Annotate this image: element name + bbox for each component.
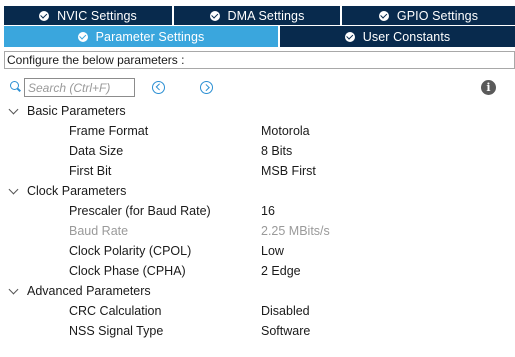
param-name: First Bit [69, 164, 112, 178]
group-title: Basic Parameters [27, 104, 126, 118]
tab-label: DMA Settings [227, 8, 305, 23]
param-value[interactable]: Software [261, 321, 310, 341]
param-row[interactable]: Prescaler (for Baud Rate) 16 [0, 201, 515, 221]
check-circle-icon [39, 10, 50, 21]
param-row[interactable]: NSS Signal Type Software [0, 321, 515, 341]
tab-dma-settings[interactable]: DMA Settings [174, 6, 340, 25]
tab-label: Parameter Settings [95, 29, 205, 44]
param-name: Clock Polarity (CPOL) [69, 244, 192, 258]
param-row[interactable]: Data Size 8 Bits [0, 141, 515, 161]
group-title: Advanced Parameters [27, 284, 151, 298]
param-name: Prescaler (for Baud Rate) [69, 204, 211, 218]
param-value[interactable]: Low [261, 241, 284, 261]
configure-instructions: Configure the below parameters : [4, 51, 515, 69]
param-name: Frame Format [69, 124, 149, 138]
tab-label: User Constants [362, 29, 451, 44]
search-icon [10, 81, 19, 90]
param-name: Clock Phase (CPHA) [69, 264, 186, 278]
tab-user-constants[interactable]: User Constants [280, 26, 515, 47]
param-name: Baud Rate [69, 224, 129, 238]
check-circle-icon [344, 31, 355, 42]
param-value: 2.25 MBits/s [261, 224, 330, 238]
param-row[interactable]: Frame Format Motorola [0, 121, 515, 141]
next-match-button[interactable] [200, 81, 213, 94]
param-name: CRC Calculation [69, 304, 162, 318]
tab-label: GPIO Settings [396, 8, 479, 23]
param-row[interactable]: CRC Calculation Disabled [0, 301, 515, 321]
param-row[interactable]: Clock Polarity (CPOL) Low [0, 241, 515, 261]
chevron-down-icon[interactable] [8, 184, 19, 195]
param-value[interactable]: Motorola [261, 121, 310, 141]
check-circle-icon [77, 31, 88, 42]
tab-row-bottom: Parameter Settings User Constants [4, 26, 515, 47]
parameter-configuration-panel: NVIC Settings DMA Settings GPIO Settings… [0, 0, 515, 357]
info-icon[interactable]: i [481, 80, 496, 95]
tab-parameter-settings[interactable]: Parameter Settings [4, 26, 278, 47]
group-basic-parameters[interactable]: Basic Parameters [0, 101, 515, 121]
param-row-disabled: Baud Rate 2.25 MBits/s [0, 221, 515, 241]
param-value[interactable]: 2 Edge [261, 261, 301, 281]
param-row[interactable]: First Bit MSB First [0, 161, 515, 181]
chevron-down-icon[interactable] [8, 104, 19, 115]
group-advanced-parameters[interactable]: Advanced Parameters [0, 281, 515, 301]
search-input[interactable] [24, 78, 135, 97]
param-value[interactable]: 16 [261, 201, 275, 221]
param-name: Data Size [69, 144, 124, 158]
param-value[interactable]: Disabled [261, 301, 310, 321]
param-row[interactable]: Clock Phase (CPHA) 2 Edge [0, 261, 515, 281]
tab-row-top: NVIC Settings DMA Settings GPIO Settings [4, 6, 515, 25]
check-circle-icon [209, 10, 220, 21]
previous-match-button[interactable] [152, 81, 165, 94]
parameter-tree: Basic Parameters Frame Format Motorola D… [0, 101, 515, 341]
tab-nvic-settings[interactable]: NVIC Settings [4, 6, 172, 25]
param-value[interactable]: 8 Bits [261, 141, 292, 161]
check-circle-icon [378, 10, 389, 21]
param-name: NSS Signal Type [69, 324, 164, 338]
tab-gpio-settings[interactable]: GPIO Settings [342, 6, 515, 25]
group-title: Clock Parameters [27, 184, 127, 198]
param-value[interactable]: MSB First [261, 161, 316, 181]
group-clock-parameters[interactable]: Clock Parameters [0, 181, 515, 201]
tab-label: NVIC Settings [57, 8, 137, 23]
chevron-down-icon[interactable] [8, 284, 19, 295]
